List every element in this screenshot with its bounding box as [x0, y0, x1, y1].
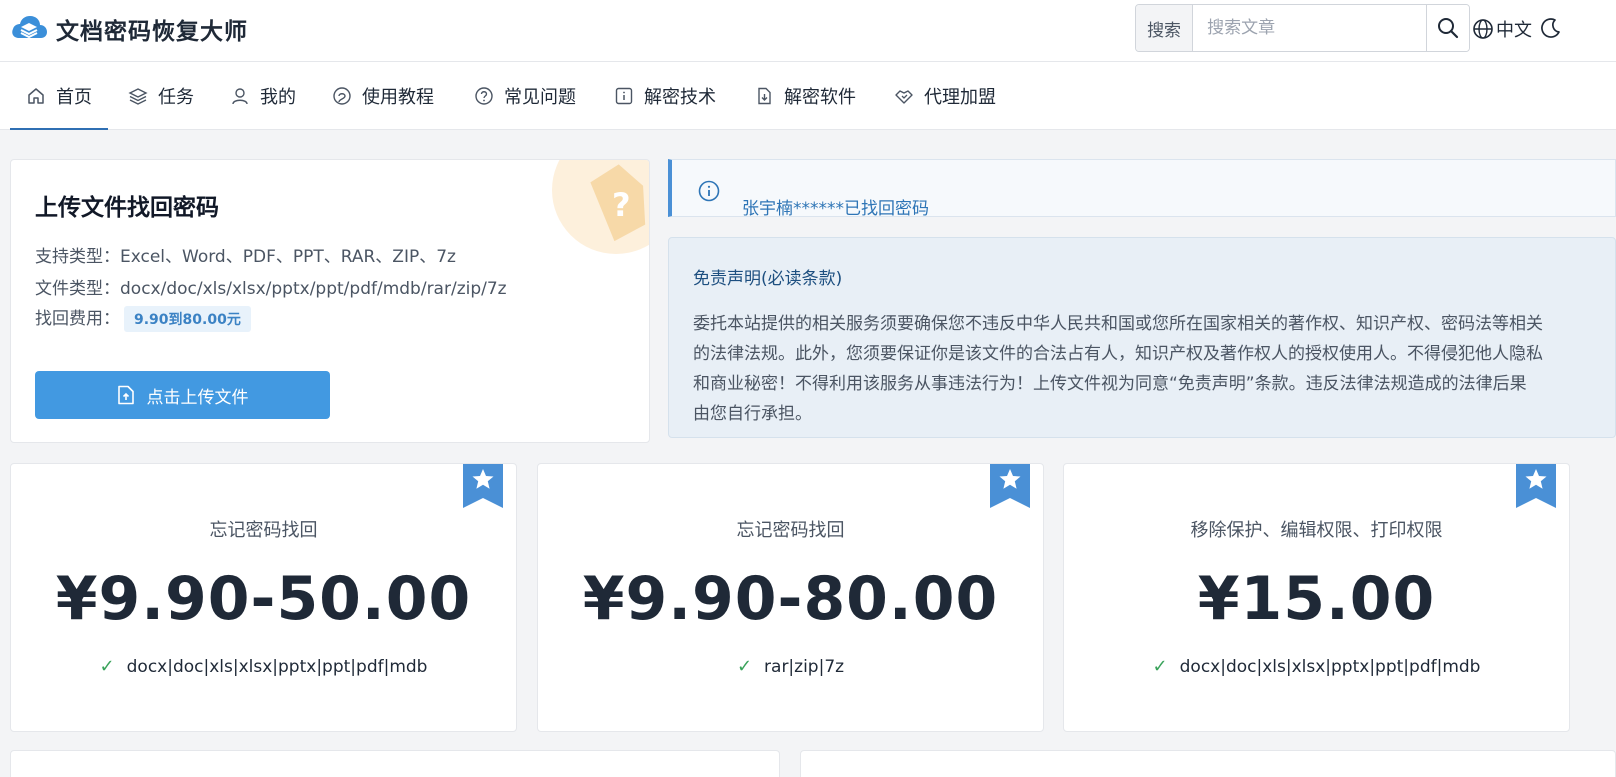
nav-item-tasks[interactable]: 任务 — [128, 62, 194, 130]
search-label: 搜索 — [1136, 5, 1194, 51]
nav-label: 使用教程 — [362, 87, 434, 108]
price-card-title: 忘记密码找回 — [209, 520, 318, 541]
nav-item-home[interactable]: 首页 — [10, 62, 108, 130]
nav-label: 常见问题 — [504, 87, 576, 108]
price-card-remove-protection[interactable]: 移除保护、编辑权限、打印权限 ¥15.00 ✓ docx|doc|xls|xlsx… — [1063, 463, 1570, 732]
home-icon — [28, 88, 44, 104]
info-circle-icon — [698, 180, 720, 202]
price-types: ✓ docx|doc|xls|xlsx|pptx|ppt|pdf|mdb — [11, 656, 516, 677]
file-types: 文件类型：docx/doc/xls/xlsx/pptx/ppt/pdf/mdb/… — [35, 279, 507, 299]
user-icon — [232, 88, 248, 105]
tutorial-icon — [333, 87, 351, 105]
info-icon — [615, 87, 633, 105]
disclaimer-box: 免责声明(必读条款) 委托本站提供的相关服务须要确保您不违反中华人民共和国或您所… — [668, 237, 1616, 438]
recovery-notice: 张宇楠******已找回密码 — [668, 159, 1616, 217]
price-value: ¥15.00 — [1197, 564, 1436, 634]
star-ribbon-icon — [1516, 464, 1556, 508]
nav-label: 代理加盟 — [924, 87, 996, 108]
check-icon: ✓ — [99, 656, 115, 677]
bottom-card-left — [10, 750, 780, 777]
upload-title: 上传文件找回密码 — [35, 195, 219, 221]
download-icon — [758, 87, 771, 105]
disclaimer-body: 委托本站提供的相关服务须要确保您不违反中华人民共和国或您所在国家相关的著作权、知… — [693, 314, 1543, 424]
star-ribbon-icon — [990, 464, 1030, 508]
nav-item-faq[interactable]: 常见问题 — [474, 62, 576, 130]
nav-item-agent[interactable]: 代理加盟 — [894, 62, 996, 130]
price-card-title: 移除保护、编辑权限、打印权限 — [1190, 520, 1443, 541]
fee-line: 找回费用： 9.90到80.00元 — [35, 304, 251, 332]
nav-label: 解密技术 — [644, 87, 716, 108]
check-icon: ✓ — [736, 656, 753, 677]
search-button[interactable] — [1426, 5, 1469, 51]
upload-button[interactable]: 点击上传文件 — [35, 371, 330, 419]
theme-toggle[interactable] — [1540, 17, 1562, 43]
upload-card: ? 上传文件找回密码 支持类型：Excel、Word、PDF、PPT、RAR、Z… — [10, 159, 650, 443]
bottom-card-right — [800, 750, 1616, 777]
nav-item-tech[interactable]: 解密技术 — [614, 62, 716, 130]
nav-label: 首页 — [56, 87, 92, 108]
upload-icon — [117, 385, 134, 405]
moon-icon — [1541, 18, 1560, 38]
nav-label: 我的 — [260, 87, 296, 108]
price-types: ✓ docx|doc|xls|xlsx|pptx|ppt|pdf|mdb — [1064, 656, 1569, 677]
search-input[interactable] — [1193, 5, 1427, 51]
nav-item-mine[interactable]: 我的 — [230, 62, 296, 130]
price-types-text: rar|zip|7z — [764, 657, 845, 677]
layers-icon — [128, 88, 148, 105]
price-card-archive[interactable]: 忘记密码找回 ¥9.90-80.00 ✓ rar|zip|7z — [537, 463, 1044, 732]
handshake-icon — [895, 90, 913, 104]
fee-badge: 9.90到80.00元 — [124, 306, 251, 332]
app-title: 文档密码恢复大师 — [56, 19, 248, 45]
check-icon: ✓ — [1152, 656, 1168, 677]
upload-button-label: 点击上传文件 — [146, 387, 249, 407]
search-bar: 搜索 — [1135, 4, 1470, 52]
main-nav: 首页 任务 我的 使用教程 常见问题 解密技术 解密软件 代理加盟 — [0, 62, 1616, 130]
price-card-office[interactable]: 忘记密码找回 ¥9.90-50.00 ✓ docx|doc|xls|xlsx|pp… — [10, 463, 517, 732]
disclaimer-title: 免责声明(必读条款) — [693, 269, 843, 289]
logo[interactable]: 文档密码恢复大师 — [10, 12, 248, 46]
top-header: 文档密码恢复大师 搜索 中文 — [0, 0, 1616, 62]
file-question-icon: ? — [552, 160, 649, 254]
search-icon — [1438, 18, 1459, 39]
price-value: ¥9.90-80.00 — [582, 564, 999, 634]
price-value: ¥9.90-50.00 — [55, 564, 472, 634]
question-icon — [475, 87, 493, 105]
nav-item-software[interactable]: 解密软件 — [754, 62, 856, 130]
support-types: 支持类型：Excel、Word、PDF、PPT、RAR、ZIP、7z — [35, 247, 456, 267]
fee-label: 找回费用： — [35, 309, 120, 329]
cloud-logo-icon — [12, 16, 47, 39]
price-types-text: docx|doc|xls|xlsx|pptx|ppt|pdf|mdb — [1179, 657, 1481, 677]
language-label: 中文 — [1496, 20, 1532, 41]
price-types: ✓ rar|zip|7z — [538, 656, 1043, 677]
nav-label: 解密软件 — [784, 87, 856, 108]
language-switch[interactable]: 中文 — [1472, 16, 1532, 42]
svg-text:?: ? — [612, 186, 631, 224]
notice-text: 张宇楠******已找回密码 — [742, 199, 929, 217]
price-types-text: docx|doc|xls|xlsx|pptx|ppt|pdf|mdb — [126, 657, 428, 677]
nav-label: 任务 — [158, 87, 194, 108]
price-card-title: 忘记密码找回 — [736, 520, 845, 541]
globe-icon — [1473, 19, 1493, 39]
nav-item-tutorial[interactable]: 使用教程 — [332, 62, 434, 130]
star-ribbon-icon — [463, 464, 503, 508]
